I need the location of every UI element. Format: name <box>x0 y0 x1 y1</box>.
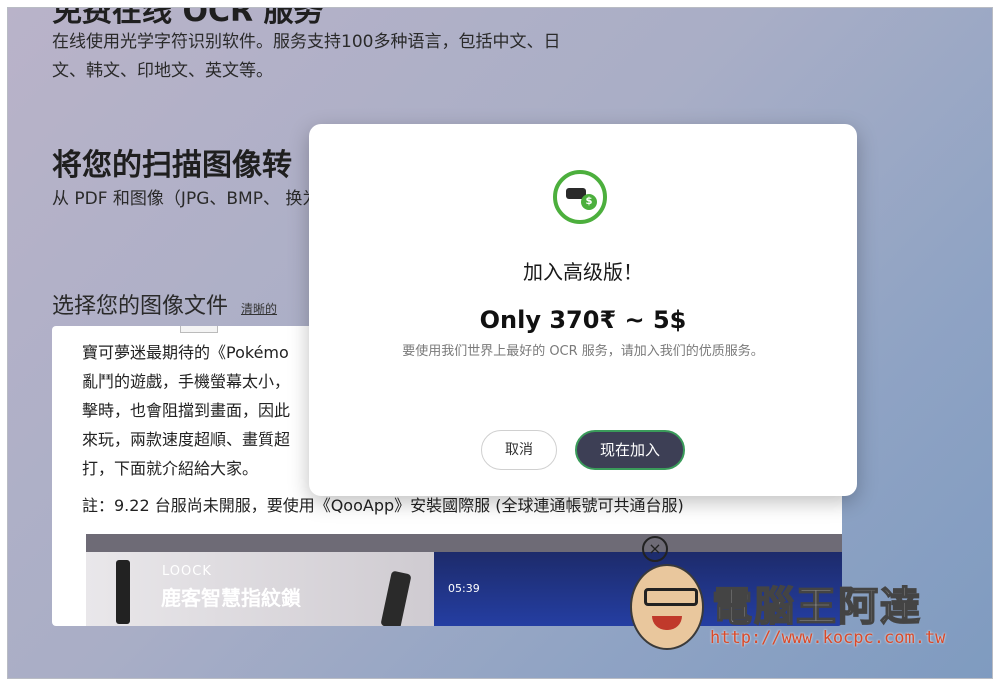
card-tab <box>180 326 218 333</box>
choose-image-hint-link[interactable]: 清晰的 <box>241 302 277 316</box>
cancel-button[interactable]: 取消 <box>481 430 557 470</box>
smart-lock-image-2 <box>380 570 412 626</box>
intro-text: 在线使用光学字符识别软件。服务支持100多种语言，包括中文、日文、韩文、印地文、… <box>52 32 561 81</box>
video-timestamp: 05:39 <box>448 582 480 595</box>
ad-brand: LOOCK <box>162 564 212 579</box>
choose-image-label: 选择您的图像文件 清晰的 <box>52 288 277 320</box>
page-heading: 免费在线 OCR 服务 <box>52 7 324 29</box>
mascot-mouth <box>652 616 682 630</box>
choose-image-text: 选择您的图像文件 <box>52 294 229 319</box>
modal-description: 要使用我们世界上最好的 OCR 服务，请加入我们的优质服务。 <box>402 344 764 359</box>
premium-modal: $ 加入高级版！ Only 370₹ ~ 5$ 要使用我们世界上最好的 OCR … <box>309 124 857 496</box>
join-now-button[interactable]: 现在加入 <box>575 430 685 470</box>
ad-banner[interactable]: LOOCK 鹿客智慧指紋鎖 <box>86 552 434 626</box>
smart-lock-image <box>116 560 130 624</box>
watermark-site-name: 電腦王阿達 <box>711 583 922 631</box>
modal-price: Only 370₹ ~ 5$ <box>479 306 687 334</box>
ad-title: 鹿客智慧指紋鎖 <box>161 586 301 610</box>
convert-heading: 将您的扫描图像转 <box>52 148 292 183</box>
mascot-logo <box>630 564 704 650</box>
site-watermark: 電腦王阿達 http://www.kocpc.com.tw <box>620 560 980 660</box>
modal-title: 加入高级版！ <box>523 260 643 284</box>
coin-shape: $ <box>581 194 597 210</box>
watermark-url: http://www.kocpc.com.tw <box>710 628 946 648</box>
close-ad-icon[interactable]: × <box>642 536 668 562</box>
screenshot-frame: 免费在线 OCR 服务 在线使用光学字符识别软件。服务支持100多种语言，包括中… <box>7 7 993 679</box>
mascot-glasses <box>644 588 698 606</box>
hand-coin-icon: $ <box>553 170 607 224</box>
